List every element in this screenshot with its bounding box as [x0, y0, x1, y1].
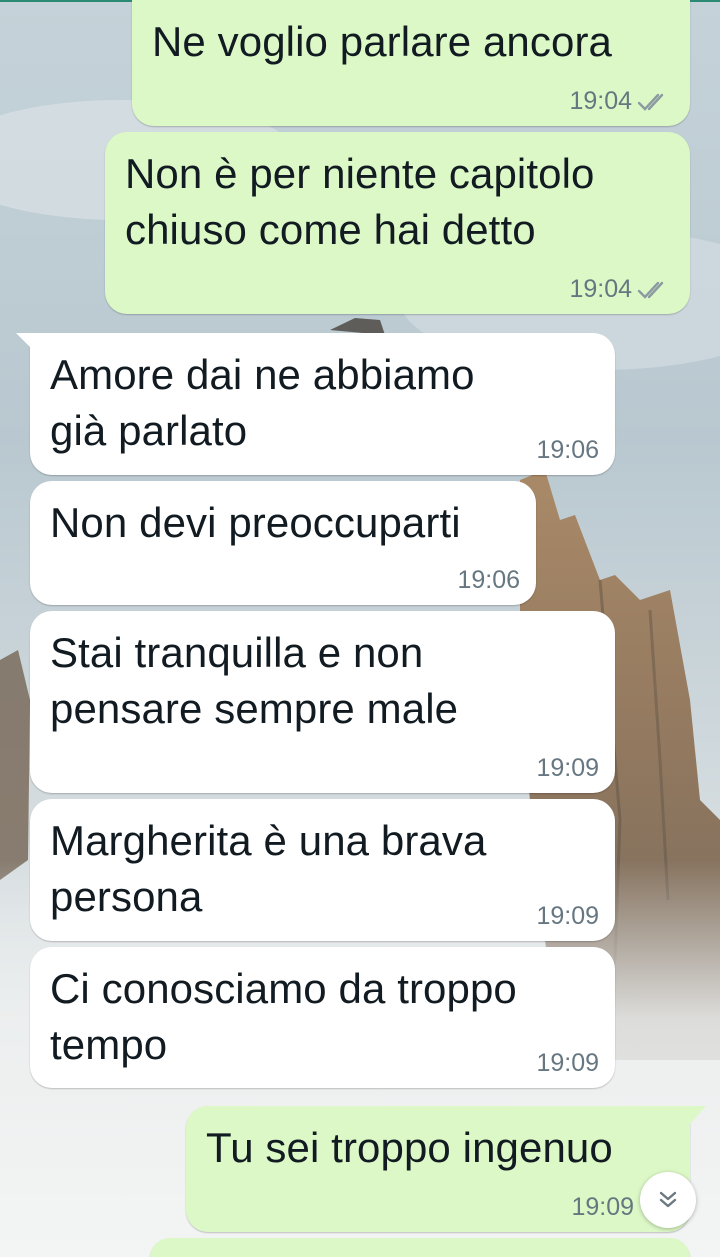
message-time: 19:06 — [536, 436, 599, 464]
message-time: 19:04 — [569, 87, 632, 115]
message-bubble-incoming[interactable]: Margherita è una brava persona 19:09 — [30, 799, 615, 941]
double-check-icon — [637, 281, 664, 299]
message-text: Non è per niente capitolo chiuso come ha… — [125, 150, 595, 253]
bubble-tail — [690, 1106, 706, 1124]
message-time: 19:04 — [569, 275, 632, 303]
message-text: Ci conosciamo da troppo tempo — [50, 965, 517, 1068]
message-text: Non devi preoccuparti — [50, 499, 461, 546]
message-time: 19:09 — [536, 754, 599, 782]
message-time: 19:09 — [536, 902, 599, 930]
message-text: Tu sei troppo ingenuo — [206, 1124, 613, 1171]
message-meta: 19:09 — [536, 1049, 599, 1078]
message-meta: 19:06 — [536, 436, 599, 465]
message-bubble-incoming[interactable]: Non devi preoccuparti 19:06 — [30, 481, 536, 605]
double-chevron-down-icon — [659, 1191, 677, 1208]
message-meta: 19:04 — [569, 87, 670, 116]
message-text: Ne voglio parlare ancora — [152, 18, 612, 65]
message-bubble-outgoing[interactable]: Ne voglio parlare ancora 19:04 — [132, 0, 690, 126]
message-meta: 19:06 — [457, 566, 520, 595]
scroll-to-bottom-button[interactable] — [640, 1172, 696, 1228]
message-time: 19:09 — [536, 1049, 599, 1077]
double-check-icon — [637, 93, 664, 111]
message-meta: 19:09 — [571, 1193, 634, 1222]
message-bubble-incoming[interactable]: Stai tranquilla e non pensare sempre mal… — [30, 611, 615, 793]
message-bubble-outgoing[interactable]: Non è per niente capitolo chiuso come ha… — [105, 132, 690, 314]
message-bubble-outgoing-partial — [150, 1238, 690, 1257]
message-bubble-incoming[interactable]: Ci conosciamo da troppo tempo 19:09 — [30, 947, 615, 1088]
message-bubble-incoming[interactable]: Amore dai ne abbiamo già parlato 19:06 — [16, 333, 615, 475]
message-time: 19:06 — [457, 566, 520, 594]
bubble-tail — [16, 333, 34, 351]
message-meta: 19:09 — [536, 902, 599, 931]
message-meta: 19:04 — [569, 275, 670, 304]
message-text: Amore dai ne abbiamo già parlato — [50, 351, 475, 454]
message-text: Stai tranquilla e non pensare sempre mal… — [50, 629, 459, 732]
message-text: Margherita è una brava persona — [50, 817, 487, 920]
message-bubble-outgoing[interactable]: Tu sei troppo ingenuo 19:09 — [186, 1106, 690, 1232]
message-time: 19:09 — [571, 1193, 634, 1221]
message-meta: 19:09 — [536, 754, 599, 783]
